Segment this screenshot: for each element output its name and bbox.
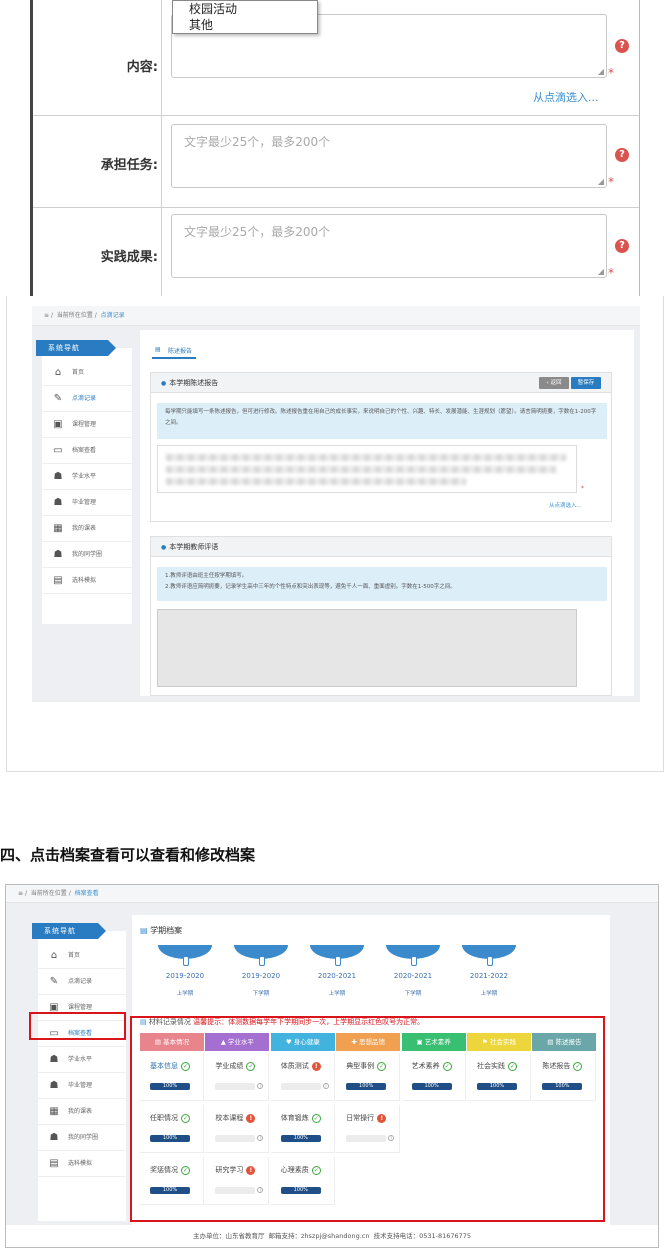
tab-statement[interactable]: ▤ 陈述报告 — [152, 344, 197, 359]
statement-hint: 每学期只能填写一条陈述报告，但可进行修改。陈述报告重在用自己的成长事实，来说明自… — [157, 403, 607, 439]
menu-icon[interactable]: ≡ — [18, 890, 23, 897]
panel-title: 本学期教师评语 — [151, 537, 611, 557]
semester-card[interactable]: 2019-2020 下学期 — [230, 945, 292, 1003]
sidebar-item[interactable]: ⌂ 首页 — [42, 360, 132, 386]
archive-icon: ▭ — [53, 445, 63, 456]
home-icon: ⌂ — [54, 367, 62, 378]
tag-icon — [310, 945, 364, 966]
sidebar-item[interactable]: ☗ 我的同学圈 — [42, 542, 132, 568]
tag-icon — [386, 945, 440, 966]
breadcrumb: ≡ / 当前所在位置 / 点滴记录 — [32, 306, 640, 326]
highlight-box — [130, 1016, 605, 1222]
tag-icon — [462, 945, 516, 966]
sidebar-item[interactable]: ▣ 课程管理 — [42, 412, 132, 438]
record-form: 内容: ◢ ? * 从点滴选入... 承担任务: 文字最少25个，最多200个 ◢… — [30, 0, 640, 296]
user-icon: ☗ — [49, 1054, 59, 1065]
required-mark: * — [608, 66, 614, 80]
sidebar-item[interactable]: ▦ 我的课表 — [38, 1099, 126, 1125]
content-row: 内容: ◢ ? * 从点滴选入... — [33, 0, 639, 116]
sidebar-item[interactable]: ☗ 我的同学圈 — [38, 1125, 126, 1151]
sidebar-item[interactable]: ☗ 学业水平 — [42, 464, 132, 490]
required-mark: * — [581, 485, 584, 492]
schedule-icon: ▦ — [53, 523, 63, 534]
dropdown-option[interactable]: 校园活动 — [189, 1, 317, 17]
save-button[interactable]: 暂保存 — [571, 377, 601, 389]
help-icon[interactable]: ? — [615, 239, 629, 253]
required-mark: * — [608, 266, 614, 280]
breadcrumb: ≡ / 当前所在位置 / 档案查看 — [6, 885, 658, 903]
semester-card[interactable]: 2020-2021 上学期 — [306, 945, 368, 1003]
comment-hint: 1.教师评语由班主任按学期填写。 2.教师评语应简明扼要，记录学生高中三年的个性… — [157, 567, 607, 601]
sidebar: 系统导航 ⌂ 首页 ✎ 点滴记录 ▣ 课程管理 ▭ 档案查看 ☗ 学业水平 ☗ 毕业管理 ▦ 我的课表 ☗ 我… — [36, 340, 132, 624]
edit-icon: ✎ — [49, 976, 59, 987]
sidebar-item[interactable]: ⌂ 首页 — [38, 943, 126, 969]
sidebar-item[interactable]: ☗ 毕业管理 — [38, 1073, 126, 1099]
from-pick-link[interactable]: 从点滴选入... — [549, 501, 582, 509]
required-mark: * — [608, 175, 614, 189]
from-pick-link[interactable]: 从点滴选入... — [533, 89, 599, 105]
home-icon: ⌂ — [50, 950, 58, 961]
course-icon: ▣ — [53, 419, 63, 430]
result-label: 实践成果: — [100, 250, 158, 265]
tag-icon — [234, 945, 288, 966]
sidebar-item[interactable]: ▦ 我的课表 — [42, 516, 132, 542]
semester-card[interactable]: 2020-2021 下学期 — [382, 945, 444, 1003]
task-row: 承担任务: 文字最少25个，最多200个 ◢ ? * — [33, 116, 639, 208]
sidebar: 系统导航 ⌂ 首页 ✎ 点滴记录 ▣ 课程管理 ▭ 档案查看 ☗ 学业水平 ☗ 毕业管理 ▦ 我的课表 ☗ 我… — [32, 923, 126, 1221]
resize-grip-icon[interactable]: ◢ — [598, 177, 604, 186]
user-icon: ☗ — [53, 471, 63, 482]
content-label: 内容: — [126, 60, 158, 75]
statement-screen: ≡ / 当前所在位置 / 点滴记录 系统导航 ⌂ 首页 ✎ 点滴记录 ▣ 课程管理 ▭ 档案查… — [32, 306, 640, 702]
teacher-comment-panel: 本学期教师评语 1.教师评语由班主任按学期填写。 2.教师评语应简明扼要，记录学… — [150, 536, 612, 696]
help-icon[interactable]: ? — [615, 148, 629, 162]
task-textarea[interactable]: 文字最少25个，最多200个 ◢ — [171, 124, 607, 188]
clipboard-icon: ▤ — [53, 575, 63, 586]
nav-title: 系统导航 — [32, 923, 106, 939]
sidebar-item[interactable]: ✎ 点滴记录 — [42, 386, 132, 412]
step-heading: 四、点击档案查看可以查看和修改档案 — [0, 846, 256, 864]
semester-card[interactable]: 2019-2020 上学期 — [154, 945, 216, 1003]
resize-grip-icon[interactable]: ◢ — [598, 267, 604, 276]
tag-icon — [158, 945, 212, 966]
sidebar-item[interactable]: ▤ 选科模拟 — [42, 568, 132, 594]
graduate-icon: ☗ — [53, 497, 63, 508]
sidebar-item[interactable]: ▭ 档案查看 — [42, 438, 132, 464]
back-button[interactable]: ‹ 返回 — [539, 377, 569, 389]
dropdown-option[interactable]: 其他 — [189, 17, 317, 33]
result-textarea[interactable]: 文字最少25个，最多200个 ◢ — [171, 214, 607, 278]
classmates-icon: ☗ — [49, 1132, 59, 1143]
clipboard-icon: ▤ — [49, 1158, 59, 1169]
sidebar-item[interactable]: ☗ 毕业管理 — [42, 490, 132, 516]
edit-icon: ✎ — [53, 393, 63, 404]
main-area: ▤陈述报告 本学期陈述报告 ‹ 返回 暂保存 每学期只能填写一条陈述报告，但可进… — [140, 330, 634, 696]
task-label: 承担任务: — [100, 158, 158, 173]
statement-panel: 本学期陈述报告 ‹ 返回 暂保存 每学期只能填写一条陈述报告，但可进行修改。陈述… — [150, 372, 612, 522]
category-dropdown[interactable]: 校园活动 其他 — [172, 0, 318, 34]
archive-icon: ▤ — [140, 926, 148, 935]
section-title: ▤ 学期档案 — [140, 926, 183, 935]
classmates-icon: ☗ — [53, 549, 63, 560]
sidebar-item[interactable]: ▤ 选科模拟 — [38, 1151, 126, 1177]
result-row: 实践成果: 文字最少25个，最多200个 ◢ ? * — [33, 208, 639, 296]
schedule-icon: ▦ — [49, 1106, 59, 1117]
graduate-icon: ☗ — [49, 1080, 59, 1091]
menu-icon[interactable]: ≡ — [44, 312, 49, 319]
footer: 主办单位：山东省教育厅 邮箱支持：zhszpj@shandong.cn 技术支持… — [6, 1225, 658, 1247]
semester-card[interactable]: 2021-2022 上学期 — [458, 945, 520, 1003]
comment-textarea — [157, 609, 577, 687]
tab-icon: ▤ — [155, 346, 161, 353]
statement-textarea[interactable] — [157, 445, 577, 493]
sidebar-item[interactable]: ✎ 点滴记录 — [38, 969, 126, 995]
nav-title: 系统导航 — [36, 340, 116, 356]
sidebar-item[interactable]: ☗ 学业水平 — [38, 1047, 126, 1073]
highlight-box — [29, 1012, 126, 1040]
help-icon[interactable]: ? — [615, 39, 629, 53]
resize-grip-icon[interactable]: ◢ — [598, 67, 604, 76]
